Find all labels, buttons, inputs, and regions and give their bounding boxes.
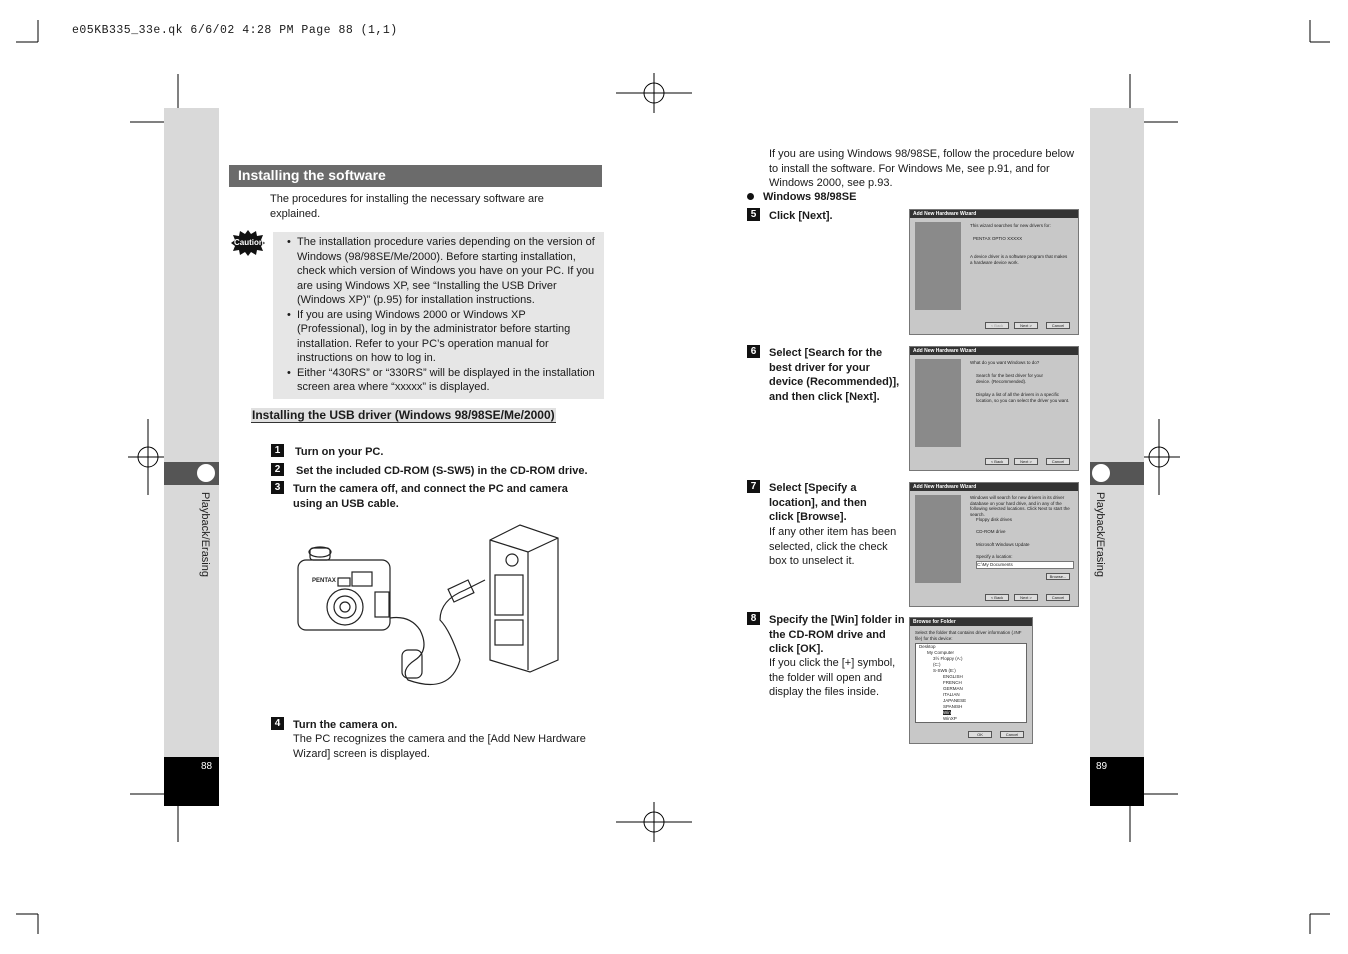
camera-pc-connection-illustration: PENTAX: [297, 524, 559, 686]
step-title: Set the included CD-ROM (S-SW5) in the C…: [296, 465, 588, 477]
side-label-right: Playback/Erasing: [1094, 492, 1106, 577]
print-header: e05KB335_33e.qk 6/6/02 4:28 PM Page 88 (…: [72, 24, 398, 37]
folder-tree: Desktop My Computer 3½ Floppy (A:) (C:) …: [915, 643, 1027, 723]
section-title: Installing the software: [229, 165, 602, 187]
side-label-left: Playback/Erasing: [199, 492, 211, 577]
step-title: Specify the [Win] folder in the CD-ROM d…: [769, 614, 905, 655]
left-side-strip: [164, 108, 219, 806]
wizard-screenshot-3: Add New Hardware Wizard Windows will sea…: [909, 482, 1079, 607]
step-number: 5: [747, 208, 760, 221]
step-number: 8: [747, 612, 760, 625]
wizard-screenshot-1: Add New Hardware Wizard This wizard sear…: [909, 209, 1079, 335]
camera-brand-label: PENTAX: [312, 578, 336, 584]
step-number: 1: [271, 444, 284, 457]
wizard-illustration: [915, 222, 961, 310]
page-number-right: 89: [1090, 757, 1144, 806]
step-title: Select [Specify a location], and then cl…: [769, 482, 867, 523]
step-number: 6: [747, 345, 760, 358]
wizard-screenshot-2: Add New Hardware Wizard What do you want…: [909, 346, 1079, 471]
intro-text: If you are using Windows 98/98SE, follow…: [769, 148, 1075, 189]
step-title: Turn the camera off, and connect the PC …: [293, 483, 568, 510]
page-number-left: 88: [164, 757, 219, 806]
intro-text: The procedures for installing the necess…: [270, 193, 544, 220]
caution-item: The installation procedure varies depend…: [285, 235, 596, 308]
step-number: 2: [271, 463, 284, 476]
step-body: If any other item has been selected, cli…: [769, 526, 897, 567]
subheading: Installing the USB driver (Windows 98/98…: [251, 408, 556, 423]
browse-folder-screenshot: Browse for Folder Select the folder that…: [909, 617, 1033, 744]
step-title: Turn on your PC.: [295, 446, 384, 458]
step-body: If you click the [+] symbol, the folder …: [769, 657, 896, 698]
caution-item: Either “430RS” or “330RS” will be displa…: [285, 366, 596, 395]
tab-circle-marker: [195, 462, 217, 484]
step-body: The PC recognizes the camera and the [Ad…: [293, 733, 586, 760]
step-number: 7: [747, 480, 760, 493]
caution-box: The installation procedure varies depend…: [273, 232, 604, 399]
right-side-strip: [1090, 108, 1144, 806]
bullet-icon: [747, 193, 754, 200]
os-heading: Windows 98/98SE: [763, 191, 857, 203]
caution-icon: Caution: [231, 230, 265, 256]
step-number: 4: [271, 717, 284, 730]
step-title: Select [Search for the best driver for y…: [769, 347, 900, 403]
caution-item: If you are using Windows 2000 or Windows…: [285, 308, 596, 366]
step-number: 3: [271, 481, 284, 494]
step-title: Turn the camera on.: [293, 719, 398, 731]
step-title: Click [Next].: [769, 210, 833, 222]
tab-circle-marker: [1090, 462, 1112, 484]
